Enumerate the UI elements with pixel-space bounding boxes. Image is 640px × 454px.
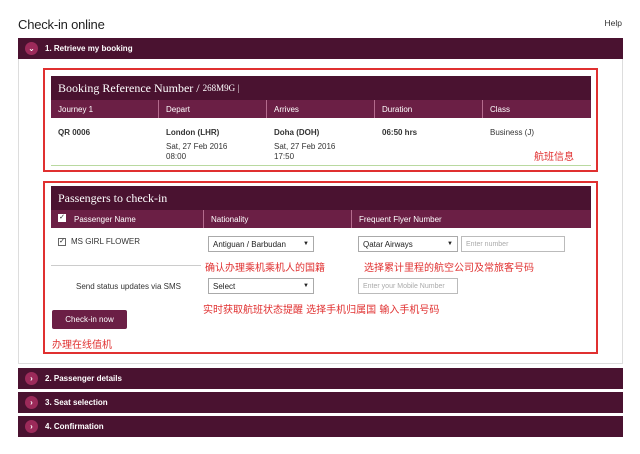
arrive-date: Sat, 27 Feb 2016 xyxy=(274,142,336,151)
col-passenger-name-label: Passenger Name xyxy=(74,214,136,224)
sms-annotation: 实时获取航班状态提醒 选择手机归属国 输入手机号码 xyxy=(203,305,440,316)
nationality-select[interactable]: Antiguan / Barbudan ▼ xyxy=(208,236,314,252)
nationality-annotation: 确认办理乘机乘机人的国籍 xyxy=(205,263,325,274)
chevron-down-icon: ⌄ xyxy=(25,42,38,55)
col-duration: Duration xyxy=(375,100,483,118)
flight-info-annotation: 航班信息 xyxy=(534,152,574,163)
col-ff-number: Frequent Flyer Number xyxy=(352,210,591,228)
nationality-value: Antiguan / Barbudan xyxy=(213,239,286,249)
airline-select[interactable]: Qatar Airways ▼ xyxy=(358,236,458,252)
booking-reference: 268M9G | xyxy=(202,83,240,93)
col-class: Class xyxy=(483,100,591,118)
passenger-name: MS GIRL FLOWER xyxy=(71,237,141,246)
dropdown-arrow-icon: ▼ xyxy=(303,283,309,289)
arrive-time: 17:50 xyxy=(274,152,295,161)
depart-city: London (LHR) xyxy=(166,128,220,137)
booking-header: Booking Reference Number / 268M9G | xyxy=(51,76,591,100)
step-2-bar[interactable]: › 2. Passenger details xyxy=(18,368,623,389)
flight-number: QR 0006 xyxy=(58,128,91,137)
ff-annotation: 选择累计里程的航空公司及常旅客号码 xyxy=(364,263,534,274)
col-passenger-name: ✓ Passenger Name xyxy=(51,210,204,228)
arrive-city: Doha (DOH) xyxy=(274,128,320,137)
checkin-now-button[interactable]: Check-in now xyxy=(52,310,127,329)
sms-country-value: Select xyxy=(213,281,236,291)
chevron-right-icon: › xyxy=(25,372,38,385)
col-journey: Journey 1 xyxy=(51,100,159,118)
step-1-label: 1. Retrieve my booking xyxy=(45,44,133,53)
passenger-checkbox[interactable]: ✓ xyxy=(58,238,66,246)
page-title: Check-in online xyxy=(18,17,105,32)
step-4-label: 4. Confirmation xyxy=(45,422,104,431)
step-1-bar[interactable]: ⌄ 1. Retrieve my booking xyxy=(18,38,623,59)
col-depart: Depart xyxy=(159,100,267,118)
step-2-label: 2. Passenger details xyxy=(45,374,122,383)
class: Business (J) xyxy=(490,128,535,137)
select-all-checkbox[interactable]: ✓ xyxy=(58,214,66,222)
depart-date: Sat, 27 Feb 2016 xyxy=(166,142,228,151)
help-link[interactable]: Help xyxy=(605,18,622,28)
chevron-right-icon: › xyxy=(25,420,38,433)
ff-number-input[interactable]: Enter number xyxy=(461,236,565,252)
divider xyxy=(51,165,591,166)
depart-time: 08:00 xyxy=(166,152,187,161)
airline-value: Qatar Airways xyxy=(363,239,413,249)
mobile-number-input[interactable]: Enter your Mobile Number xyxy=(358,278,458,294)
sms-label: Send status updates via SMS xyxy=(76,282,181,291)
dropdown-arrow-icon: ▼ xyxy=(447,241,453,247)
sms-country-select[interactable]: Select ▼ xyxy=(208,278,314,294)
chevron-right-icon: › xyxy=(25,396,38,409)
dropdown-arrow-icon: ▼ xyxy=(303,241,309,247)
duration: 06:50 hrs xyxy=(382,128,418,137)
step-3-bar[interactable]: › 3. Seat selection xyxy=(18,392,623,413)
step-4-bar[interactable]: › 4. Confirmation xyxy=(18,416,623,437)
col-nationality: Nationality xyxy=(204,210,352,228)
checkin-annotation: 办理在线值机 xyxy=(52,340,112,351)
booking-title: Booking Reference Number / xyxy=(58,80,200,95)
col-arrives: Arrives xyxy=(267,100,375,118)
passengers-title: Passengers to check-in xyxy=(58,190,168,205)
divider xyxy=(51,265,201,266)
step-3-label: 3. Seat selection xyxy=(45,398,108,407)
passengers-header: Passengers to check-in xyxy=(51,186,591,210)
